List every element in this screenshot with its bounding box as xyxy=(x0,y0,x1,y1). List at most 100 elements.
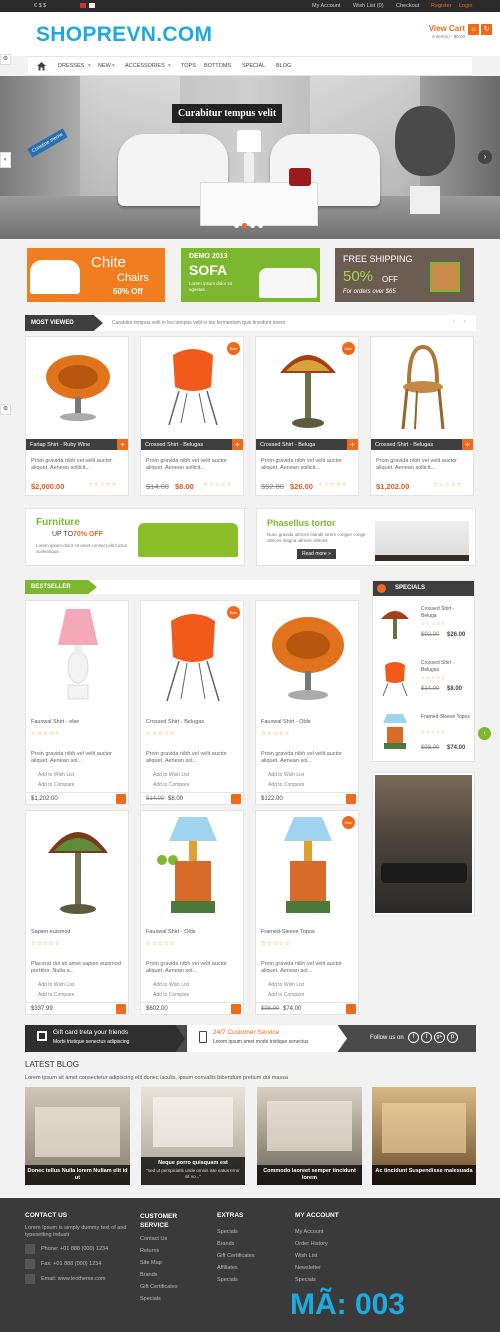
pinterest-icon[interactable]: p xyxy=(447,1032,458,1043)
special-item[interactable]: Crossed Shirt - Beluga ☆☆☆☆☆ $92.00 $26.… xyxy=(373,601,474,651)
cs-strip[interactable]: 24/7 Customer Service Lorem ipsum amet m… xyxy=(187,1025,347,1052)
add-to-wishlist-link[interactable]: Add to Wish List xyxy=(153,772,189,778)
slider-dot[interactable] xyxy=(234,223,239,228)
product-name[interactable]: Crossed Shirt - Belugas xyxy=(141,439,243,450)
product-name[interactable]: Fauxwal Shirt - else xyxy=(31,719,79,725)
slider-next-arrow-icon[interactable]: › xyxy=(478,150,492,164)
scroll-to-top-icon[interactable]: ‹ xyxy=(478,727,491,740)
nav-accessories[interactable]: ACCESSORIES xyxy=(125,63,165,69)
checkout-link[interactable]: Checkout xyxy=(396,3,419,9)
product-card[interactable]: Crossed Shirt - Belugas + Proin gravida … xyxy=(370,336,474,496)
product-name[interactable]: Fauxwal Shirt - Olds xyxy=(146,929,196,935)
product-card[interactable]: Fauxwal Shirt - else ☆☆☆☆☆ Proin gravida… xyxy=(25,600,129,805)
language-flag-icon[interactable] xyxy=(80,3,86,8)
footer-link[interactable]: Specials xyxy=(140,1296,200,1302)
footer-link[interactable]: Specials xyxy=(217,1277,287,1283)
product-name[interactable]: Farlap Shirt - Ruby Wine xyxy=(26,439,128,450)
product-card[interactable]: Fauxwal Shirt - Olde ☆☆☆☆☆ Proin gravida… xyxy=(255,600,359,805)
facebook-icon[interactable]: f xyxy=(408,1032,419,1043)
my-account-link[interactable]: My Account xyxy=(312,3,340,9)
footer-link[interactable]: Gift Certificates xyxy=(140,1284,200,1290)
footer-link[interactable]: My Account xyxy=(295,1229,375,1235)
add-to-wishlist-link[interactable]: Add to Wish List xyxy=(268,982,304,988)
footer-link[interactable]: Wish List xyxy=(295,1253,375,1259)
nav-bottoms[interactable]: BOTTOMS xyxy=(204,63,231,69)
product-card[interactable]: Sale Crossed Shirt - Belugas + Proin gra… xyxy=(140,336,244,496)
blog-caption[interactable]: Commodo laoreet semper tincidunt lorem xyxy=(257,1165,362,1185)
blog-post[interactable]: Donec tellus Nulla lorem Nullam elit id … xyxy=(25,1087,130,1185)
nav-dresses[interactable]: DRESSES xyxy=(58,63,84,69)
cart-arrow-icon[interactable]: ↻ xyxy=(481,24,492,35)
add-to-wishlist-link[interactable]: Add to Wish List xyxy=(38,982,74,988)
gift-strip[interactable]: Gift card treta your friends Morbi trist… xyxy=(25,1025,185,1052)
phasellus-banner[interactable]: Phasellus tortor Nunc gravida ultrices b… xyxy=(256,508,476,566)
language-flag-icon[interactable] xyxy=(89,3,95,8)
add-to-cart-icon[interactable] xyxy=(116,794,126,804)
footer-link[interactable]: Order History xyxy=(295,1241,375,1247)
nav-special[interactable]: SPECIAL xyxy=(242,63,265,69)
footer-link[interactable]: Specials xyxy=(217,1229,287,1235)
product-name[interactable]: Crossed Shirt - Belugas xyxy=(371,439,473,450)
add-to-compare-link[interactable]: Add to Compare xyxy=(153,782,189,788)
blog-caption-title[interactable]: Neque porro quisquam est xyxy=(141,1160,245,1166)
add-to-compare-link[interactable]: Add to Compare xyxy=(153,992,189,998)
add-to-cart-icon[interactable] xyxy=(346,794,356,804)
add-icon[interactable]: + xyxy=(117,439,128,450)
add-icon[interactable]: + xyxy=(347,439,358,450)
footer-link[interactable]: Brands xyxy=(140,1272,200,1278)
footer-link[interactable]: Specials xyxy=(295,1277,375,1283)
blog-post[interactable]: Neque porro quisquam est "sed ut perspic… xyxy=(141,1087,245,1185)
footer-link[interactable]: Newsletter xyxy=(295,1265,375,1271)
slider-dots[interactable] xyxy=(234,223,263,230)
product-card[interactable]: Sale Framed-Sleeve Topos ☆☆☆☆☆ Proin gra… xyxy=(255,810,359,1015)
product-name[interactable]: Framed-Sleeve Topos xyxy=(261,929,315,935)
cart-icon[interactable]: ⌂ xyxy=(468,24,479,35)
add-to-cart-icon[interactable] xyxy=(346,1004,356,1014)
side-toggle-icon[interactable]: ◐ xyxy=(0,152,11,168)
cart-label[interactable]: View Cart xyxy=(429,24,465,33)
promo-free-shipping[interactable]: FREE SHIPPING 50% OFF For orders over $6… xyxy=(335,248,474,302)
nav-blog[interactable]: BLOG xyxy=(276,63,291,69)
furniture-banner[interactable]: Furniture UP TO 70% OFF Lorem ipsum dolo… xyxy=(25,508,245,566)
promo-demo-sofa[interactable]: DEMO 2013 SOFA Lorem ipsum dolor sit ege… xyxy=(181,248,320,302)
blog-post[interactable]: Commodo laoreet semper tincidunt lorem xyxy=(257,1087,362,1185)
settings-icon[interactable]: ⚙ xyxy=(0,54,11,65)
blog-post[interactable]: Ac tincidunt Suspendisse malesuada xyxy=(372,1087,476,1185)
outdoor-kitchen-image[interactable] xyxy=(372,772,475,916)
wishlist-link[interactable]: Wish List (0) xyxy=(353,3,384,9)
add-to-wishlist-link[interactable]: Add to Wish List xyxy=(38,772,74,778)
special-item[interactable]: Framed-Sleeve Topos ☆☆☆☆☆ $98.00 $74.00 xyxy=(373,709,474,759)
product-name[interactable]: Crossed Shirt - Belugas xyxy=(146,719,204,725)
special-name[interactable]: Crossed Shirt - Beluga xyxy=(421,606,471,620)
nav-new[interactable]: NEW xyxy=(98,63,111,69)
footer-link[interactable]: Gift Certificates xyxy=(217,1253,287,1259)
slider-dot-active[interactable] xyxy=(242,223,247,228)
prev-arrow-icon[interactable]: ‹ xyxy=(453,318,455,325)
slider-dot[interactable] xyxy=(258,223,263,228)
nav-tops[interactable]: TOPS xyxy=(181,63,196,69)
googleplus-icon[interactable]: g+ xyxy=(434,1032,445,1043)
product-card[interactable]: Fauxwal Shirt - Olds ☆☆☆☆☆ Proin gravida… xyxy=(140,810,244,1015)
read-more-button[interactable]: Read more » xyxy=(297,549,336,559)
special-name[interactable]: Crossed Shirt - Belugas xyxy=(421,660,471,674)
blog-caption[interactable]: Donec tellus Nulla lorem Nullam elit id … xyxy=(25,1165,130,1185)
add-to-wishlist-link[interactable]: Add to Wish List xyxy=(268,772,304,778)
add-icon[interactable]: + xyxy=(232,439,243,450)
add-to-compare-link[interactable]: Add to Compare xyxy=(268,782,304,788)
product-name[interactable]: Crossed Shirt - Beluga xyxy=(256,439,358,450)
next-arrow-icon[interactable]: › xyxy=(463,318,465,325)
add-to-compare-link[interactable]: Add to Compare xyxy=(268,992,304,998)
slider-dot[interactable] xyxy=(250,223,255,228)
add-to-cart-icon[interactable] xyxy=(231,794,241,804)
add-to-cart-icon[interactable] xyxy=(116,1004,126,1014)
site-logo[interactable]: SHOPREVN.COM xyxy=(36,23,212,47)
product-name[interactable]: Sapien euismod xyxy=(31,929,70,935)
product-card[interactable]: Sapien euismod ☆☆☆☆☆ Placerat dui sit am… xyxy=(25,810,129,1015)
home-icon[interactable] xyxy=(36,61,47,71)
add-icon[interactable]: + xyxy=(462,439,473,450)
footer-link[interactable]: Site Map xyxy=(140,1260,200,1266)
product-card[interactable]: Sale Crossed Shirt - Beluga + Proin grav… xyxy=(255,336,359,496)
twitter-icon[interactable]: t xyxy=(421,1032,432,1043)
blog-caption[interactable]: Neque porro quisquam est "sed ut perspic… xyxy=(141,1157,245,1185)
cart-widget[interactable]: View Cart 0 item(s) - $0.00 ⌂ ↻ xyxy=(402,23,492,45)
